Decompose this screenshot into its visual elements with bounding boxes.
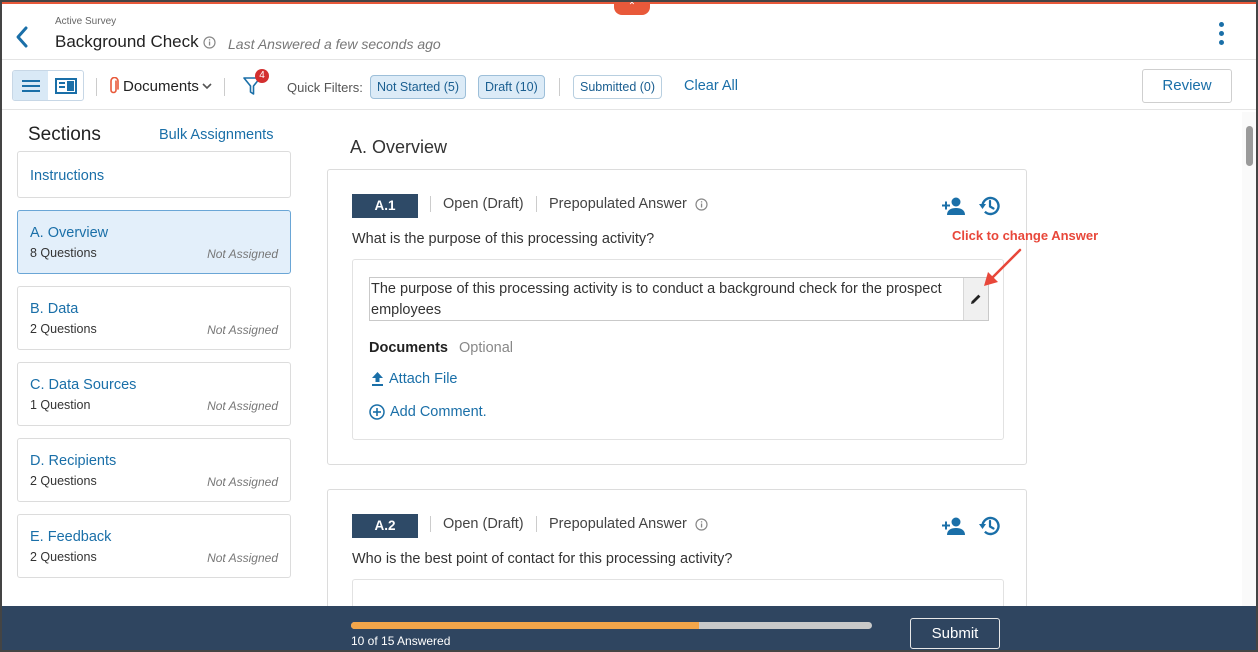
add-circle-icon: [369, 404, 385, 420]
sidebar-item-overview[interactable]: A. Overview 8 Questions Not Assigned: [17, 210, 291, 274]
sidebar-item-recipients[interactable]: D. Recipients 2 Questions Not Assigned: [17, 438, 291, 502]
add-person-icon: [942, 517, 965, 535]
question-text: What is the purpose of this processing a…: [352, 231, 655, 247]
kebab-menu-icon: [1216, 22, 1226, 45]
toolbar-divider: [224, 78, 225, 96]
filter-chip-draft[interactable]: Draft (10): [478, 75, 545, 99]
paperclip-icon: [110, 77, 119, 94]
add-comment-button[interactable]: Add Comment.: [369, 404, 487, 420]
prepopulated-text: Prepopulated Answer: [549, 516, 687, 532]
assign-question-button[interactable]: [942, 516, 966, 536]
documents-label: Documents: [123, 77, 199, 95]
chevron-down-icon: [202, 83, 212, 90]
answer-field[interactable]: The purpose of this processing activity …: [369, 277, 989, 321]
app-window: ⌃ Active Survey Background Check Last An…: [0, 0, 1258, 652]
sidebar-item-feedback[interactable]: E. Feedback 2 Questions Not Assigned: [17, 514, 291, 578]
scrollbar-thumb[interactable]: [1246, 126, 1253, 166]
section-question-count: 8 Questions: [30, 246, 97, 260]
detail-view-button[interactable]: [48, 71, 83, 100]
sections-title: Sections: [28, 124, 101, 145]
clear-all-link[interactable]: Clear All: [684, 78, 738, 94]
assign-question-button[interactable]: [942, 196, 966, 216]
filter-count-badge: 4: [255, 69, 269, 83]
section-name: A. Overview: [30, 225, 109, 241]
question-history-button[interactable]: [978, 194, 1002, 218]
question-status: Open (Draft): [430, 196, 524, 212]
last-answered-text: Last Answered a few seconds ago: [228, 36, 441, 52]
question-id-badge: A.2: [352, 514, 418, 538]
quick-filters-label: Quick Filters:: [287, 80, 363, 95]
attach-file-label: Attach File: [389, 371, 458, 387]
filter-chip-submitted[interactable]: Submitted (0): [573, 75, 663, 99]
progress-bar: [351, 622, 872, 629]
sidebar-item-data[interactable]: B. Data 2 Questions Not Assigned: [17, 286, 291, 350]
prepopulated-label: Prepopulated Answer: [536, 196, 708, 212]
footer-bar: 10 of 15 Answered Submit: [2, 606, 1256, 650]
attach-file-button[interactable]: Attach File: [371, 371, 458, 387]
more-options-button[interactable]: [1216, 22, 1226, 48]
info-icon[interactable]: [203, 36, 216, 54]
sidebar-item-instructions[interactable]: Instructions: [17, 151, 291, 198]
documents-dropdown[interactable]: Documents: [108, 77, 212, 95]
chevron-left-icon: [16, 26, 28, 48]
pencil-icon: [971, 294, 981, 304]
annotation-callout: Click to change Answer: [952, 228, 1099, 243]
page-title: Background Check: [55, 32, 199, 51]
view-toggle: [12, 70, 84, 101]
scrollbar-track[interactable]: [1242, 112, 1256, 606]
section-question-count: 2 Questions: [30, 550, 97, 564]
section-assignment-status: Not Assigned: [207, 399, 278, 413]
survey-kicker: Active Survey: [55, 16, 117, 27]
toolbar-divider: [96, 78, 97, 96]
question-id-badge: A.1: [352, 194, 418, 218]
documents-optional-label: Optional: [459, 340, 514, 356]
answer-panel: The purpose of this processing activity …: [352, 259, 1004, 440]
toolbar-divider: [559, 78, 560, 96]
section-assignment-status: Not Assigned: [207, 247, 278, 261]
review-button[interactable]: Review: [1142, 69, 1232, 103]
progress-fill: [351, 622, 699, 629]
question-text: Who is the best point of contact for thi…: [352, 551, 733, 567]
section-name: D. Recipients: [30, 453, 117, 469]
section-name: E. Feedback: [30, 529, 112, 545]
upload-icon: [372, 372, 383, 386]
section-assignment-status: Not Assigned: [207, 323, 278, 337]
history-icon: [979, 196, 1000, 216]
sidebar-item-data-sources[interactable]: C. Data Sources 1 Question Not Assigned: [17, 362, 291, 426]
split-view-icon: [54, 77, 77, 94]
bulk-assignments-link[interactable]: Bulk Assignments: [159, 127, 273, 143]
filter-chip-not-started[interactable]: Not Started (5): [370, 75, 466, 99]
survey-header: Active Survey Background Check Last Answ…: [2, 10, 1256, 60]
section-name: C. Data Sources: [30, 377, 137, 393]
section-question-count: 1 Question: [30, 398, 91, 412]
section-question-count: 2 Questions: [30, 322, 97, 336]
progress-text: 10 of 15 Answered: [351, 634, 451, 648]
section-assignment-status: Not Assigned: [207, 475, 278, 489]
list-icon: [21, 79, 40, 92]
question-card: A.1 Open (Draft) Prepopulated Answer Wha…: [327, 169, 1027, 465]
section-name: Instructions: [30, 168, 105, 184]
submit-button[interactable]: Submit: [910, 618, 1000, 649]
section-name: B. Data: [30, 301, 79, 317]
info-icon[interactable]: [695, 197, 708, 211]
toolbar: Documents 4 Quick Filters: Not Started (…: [2, 60, 1256, 110]
documents-section-label: Documents: [369, 340, 448, 356]
add-comment-label: Add Comment.: [390, 404, 487, 420]
section-heading: A. Overview: [350, 137, 448, 157]
prepopulated-text: Prepopulated Answer: [549, 196, 687, 212]
info-icon[interactable]: [695, 517, 708, 531]
list-view-button[interactable]: [13, 71, 48, 100]
question-history-button[interactable]: [978, 514, 1002, 538]
question-status: Open (Draft): [430, 516, 524, 532]
prepopulated-label: Prepopulated Answer: [536, 516, 708, 532]
history-icon: [979, 516, 1000, 536]
section-question-count: 2 Questions: [30, 474, 97, 488]
section-assignment-status: Not Assigned: [207, 551, 278, 565]
annotation-arrow-icon: [984, 248, 1022, 286]
answer-text: The purpose of this processing activity …: [371, 281, 942, 318]
back-button[interactable]: [12, 24, 34, 50]
add-person-icon: [942, 197, 965, 215]
